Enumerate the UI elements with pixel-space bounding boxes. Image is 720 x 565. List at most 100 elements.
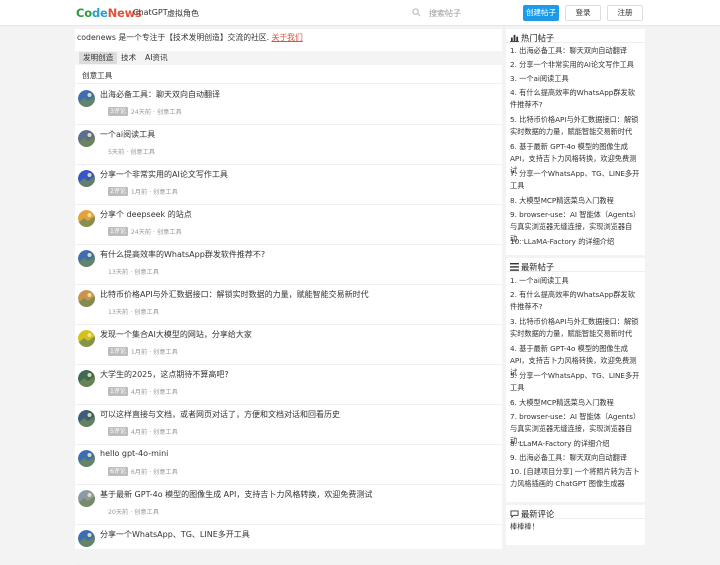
sidebar-post-link[interactable]: 5. 比特币价格API与外汇数据接口：解锁实时数据的力量，赋能智能交易新时代 [510, 114, 642, 138]
avatar[interactable] [78, 370, 95, 387]
subtab-creative-tools[interactable]: 创意工具 [82, 70, 112, 81]
sidebar-post-link[interactable]: 8. LLaMA-Factory 的详细介绍 [510, 438, 642, 450]
post-time: 1月前 [130, 189, 148, 196]
post-category[interactable]: 创意工具 [153, 429, 178, 436]
sidebar-post-link[interactable]: 10. [自建项目分享] 一个将照片转为吉卜力风格插画的 ChatGPT 图像生… [510, 466, 642, 490]
post-category[interactable]: 创意工具 [134, 309, 159, 316]
avatar[interactable] [78, 450, 95, 467]
tab-tech[interactable]: 技术 [117, 52, 140, 64]
post-meta: 20天前 · 创意工具 [108, 509, 159, 516]
post-item[interactable]: 分享一个非常实用的AI论文写作工具 2评论 1月前 · 创意工具 [75, 165, 502, 205]
post-title[interactable]: 比特币价格API与外汇数据接口：解锁实时数据的力量，赋能智能交易新时代 [100, 289, 369, 300]
avatar[interactable] [78, 210, 95, 227]
post-title[interactable]: 一个ai阅读工具 [100, 129, 155, 140]
post-item[interactable]: 大学生的2025，这点期待不算高吧? 1评论 4月前 · 创意工具 [75, 365, 502, 405]
post-meta: 1评论 24天前 · 创意工具 [108, 227, 182, 236]
chart-icon [510, 34, 519, 42]
tab-invention[interactable]: 发明创造 [79, 52, 118, 64]
nav-chatgpt[interactable]: ChatGPT [133, 8, 168, 17]
post-item[interactable]: 有什么提高效率的WhatsApp群发软件推荐不? 13天前 · 创意工具 [75, 245, 502, 285]
post-item[interactable]: 比特币价格API与外汇数据接口：解锁实时数据的力量，赋能智能交易新时代 13天前 … [75, 285, 502, 325]
comment-count-badge: 1评论 [108, 347, 128, 356]
post-meta: 1评论 1月前 · 创意工具 [108, 347, 178, 356]
about-link[interactable]: 关于我们 [272, 33, 303, 42]
post-title[interactable]: 分享一个非常实用的AI论文写作工具 [100, 169, 228, 180]
sidebar-post-link[interactable]: 10. LLaMA-Factory 的详细介绍 [510, 236, 642, 248]
avatar[interactable] [78, 170, 95, 187]
sidebar-post-link[interactable]: 2. 有什么提高效率的WhatsApp群发软件推荐不? [510, 289, 642, 313]
post-category[interactable]: 创意工具 [134, 509, 159, 516]
sidebar-post-link[interactable]: 2. 分享一个非常实用的AI论文写作工具 [510, 59, 642, 71]
notice-text: codenews 是一个专注于【技术发明创造】交流的社区. [77, 33, 270, 42]
post-time: 20天前 [108, 509, 129, 516]
post-category[interactable]: 创意工具 [157, 109, 182, 116]
search-box[interactable] [412, 6, 512, 20]
site-logo[interactable]: CodeNews [76, 6, 142, 20]
post-title[interactable]: 可以这样直接与文档，或者网页对话了，方便和文档对话和回看历史 [100, 409, 340, 420]
avatar[interactable] [78, 290, 95, 307]
site-notice: codenews 是一个专注于【技术发明创造】交流的社区. 关于我们 [77, 32, 303, 43]
avatar[interactable] [78, 530, 95, 547]
post-item[interactable]: 基于最新 GPT-4o 模型的图像生成 API，支持吉卜力风格转换，欢迎免费测试… [75, 485, 502, 525]
sidebar-post-link[interactable]: 1. 出海必备工具：聊天双向自动翻译 [510, 45, 642, 57]
latest-comments-panel: 最新评论 棒棒棒！ [506, 505, 645, 545]
post-item[interactable]: 分享个 deepseek 的站点 1评论 24天前 · 创意工具 [75, 205, 502, 245]
post-category[interactable]: 创意工具 [153, 349, 178, 356]
post-title[interactable]: 大学生的2025，这点期待不算高吧? [100, 369, 229, 380]
sidebar-post-link[interactable]: 7. 分享一个WhatsApp、TG、LINE多开工具 [510, 168, 642, 192]
latest-posts-panel: 最新帖子 1. 一个ai阅读工具 2. 有什么提高效率的WhatsApp群发软件推… [506, 258, 645, 502]
post-item[interactable]: 出海必备工具：聊天双向自动翻译 3评论 24天前 · 创意工具 [75, 85, 502, 125]
sidebar-post-link[interactable]: 6. 大模型MCP精选菜鸟入门教程 [510, 397, 642, 409]
tab-ai-news[interactable]: AI资讯 [141, 52, 172, 64]
post-category[interactable]: 创意工具 [130, 149, 155, 156]
comment-count-badge: 1评论 [108, 227, 128, 236]
post-title[interactable]: 分享一个WhatsApp、TG、LINE多开工具 [100, 529, 250, 540]
nav-virtual-role[interactable]: 虚拟角色 [167, 8, 199, 19]
post-meta: 5天前 · 创意工具 [108, 149, 155, 156]
post-item[interactable]: 分享一个WhatsApp、TG、LINE多开工具 [75, 525, 502, 565]
sidebar-post-link[interactable]: 5. 分享一个WhatsApp、TG、LINE多开工具 [510, 370, 642, 394]
post-category[interactable]: 创意工具 [153, 469, 178, 476]
create-post-button[interactable]: 创建帖子 [523, 5, 559, 21]
post-time: 5天前 [108, 149, 125, 156]
post-title[interactable]: 有什么提高效率的WhatsApp群发软件推荐不? [100, 249, 265, 260]
sidebar-post-link[interactable]: 1. 一个ai阅读工具 [510, 275, 642, 287]
comment-count-badge: 2评论 [108, 187, 128, 196]
post-category[interactable]: 创意工具 [134, 269, 159, 276]
search-input[interactable] [429, 6, 509, 20]
post-time: 1月前 [130, 349, 148, 356]
sidebar-post-link[interactable]: 棒棒棒！ [510, 521, 642, 533]
post-item[interactable]: 一个ai阅读工具 5天前 · 创意工具 [75, 125, 502, 165]
post-meta: 13天前 · 创意工具 [108, 269, 159, 276]
avatar[interactable] [78, 90, 95, 107]
post-category[interactable]: 创意工具 [157, 229, 182, 236]
post-title[interactable]: 出海必备工具：聊天双向自动翻译 [100, 89, 220, 100]
avatar[interactable] [78, 250, 95, 267]
post-item[interactable]: hello gpt-4o-mini 6评论 6月前 · 创意工具 [75, 445, 502, 485]
avatar[interactable] [78, 330, 95, 347]
post-title[interactable]: 基于最新 GPT-4o 模型的图像生成 API，支持吉卜力风格转换，欢迎免费测试 [100, 489, 372, 500]
comment-count-badge: 3评论 [108, 107, 128, 116]
avatar[interactable] [78, 490, 95, 507]
comment-icon [510, 510, 519, 518]
register-button[interactable]: 注册 [607, 5, 643, 21]
post-category[interactable]: 创意工具 [153, 189, 178, 196]
post-title[interactable]: 发现一个集合AI大模型的网站，分享给大家 [100, 329, 252, 340]
search-icon [412, 8, 421, 17]
post-category[interactable]: 创意工具 [153, 389, 178, 396]
sidebar-post-link[interactable]: 4. 有什么提高效率的WhatsApp群发软件推荐不? [510, 87, 642, 111]
sidebar-post-link[interactable]: 3. 一个ai阅读工具 [510, 73, 642, 85]
post-item[interactable]: 可以这样直接与文档，或者网页对话了，方便和文档对话和回看历史 5评论 4月前 · 创… [75, 405, 502, 445]
post-item[interactable]: 发现一个集合AI大模型的网站，分享给大家 1评论 1月前 · 创意工具 [75, 325, 502, 365]
sidebar-post-link[interactable]: 8. 大模型MCP精选菜鸟入门教程 [510, 195, 642, 207]
sidebar-post-link[interactable]: 3. 比特币价格API与外汇数据接口：解锁实时数据的力量，赋能智能交易新时代 [510, 316, 642, 340]
avatar[interactable] [78, 130, 95, 147]
login-button[interactable]: 登录 [565, 5, 601, 21]
sidebar-post-link[interactable]: 9. 出海必备工具：聊天双向自动翻译 [510, 452, 642, 464]
post-meta: 1评论 4月前 · 创意工具 [108, 387, 178, 396]
main-content: codenews 是一个专注于【技术发明创造】交流的社区. 关于我们 发明创造 … [75, 29, 502, 565]
avatar[interactable] [78, 410, 95, 427]
comment-count-badge: 5评论 [108, 427, 128, 436]
post-title[interactable]: hello gpt-4o-mini [100, 449, 168, 458]
post-title[interactable]: 分享个 deepseek 的站点 [100, 209, 192, 220]
